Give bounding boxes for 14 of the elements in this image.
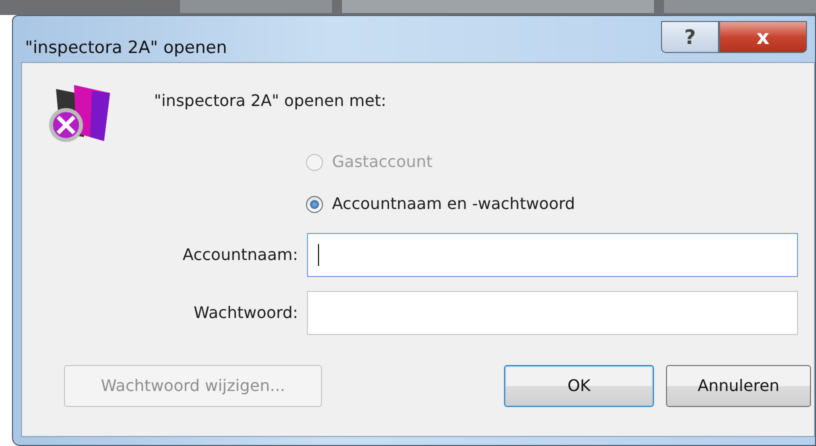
- field-label: Wachtwoord:: [192, 302, 299, 324]
- radio-button[interactable]: [306, 196, 323, 212]
- app-icon: [46, 83, 112, 145]
- close-button[interactable]: x: [719, 21, 807, 53]
- radio-label: Accountnaam en -wachtwoord: [332, 193, 576, 215]
- dialog-button[interactable]: OK: [504, 365, 654, 407]
- input-field[interactable]: [307, 291, 798, 335]
- help-button[interactable]: ?: [661, 21, 719, 53]
- window-title: "inspectora 2A" openen: [24, 37, 228, 60]
- dialog-button[interactable]: Annuleren: [666, 365, 811, 407]
- prompt-text: "inspectora 2A" openen met:: [154, 90, 386, 112]
- field-label: Accountnaam:: [182, 244, 299, 266]
- radio-label: Gastaccount: [332, 151, 433, 173]
- input-field[interactable]: [307, 233, 798, 277]
